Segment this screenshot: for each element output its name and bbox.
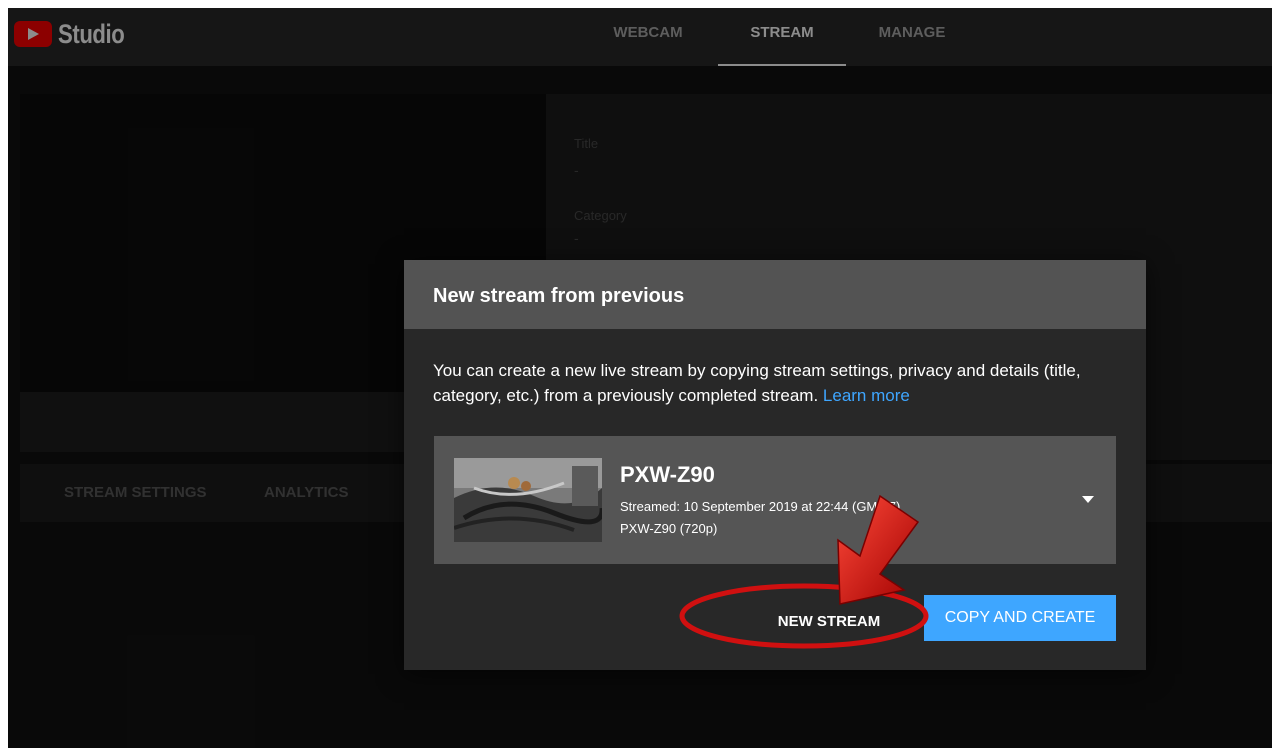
- copy-and-create-button[interactable]: COPY AND CREATE: [924, 595, 1116, 641]
- dialog-title: New stream from previous: [404, 260, 1146, 329]
- dialog-description: You can create a new live stream by copy…: [433, 358, 1123, 408]
- new-stream-dialog: New stream from previous You can create …: [404, 260, 1146, 670]
- dialog-body-text: You can create a new live stream by copy…: [433, 361, 1081, 405]
- stream-name: PXW-Z90: [620, 462, 715, 487]
- studio-window: Studio WEBCAM STREAM MANAGE Title - Cate…: [8, 8, 1272, 748]
- stream-thumbnail: [454, 458, 602, 542]
- stream-source: PXW-Z90 (720p): [620, 521, 718, 536]
- dropdown-arrow-icon[interactable]: [1082, 496, 1094, 503]
- previous-stream-select[interactable]: PXW-Z90 Streamed: 10 September 2019 at 2…: [434, 436, 1116, 564]
- stream-date: Streamed: 10 September 2019 at 22:44 (GM…: [620, 499, 901, 514]
- new-stream-button[interactable]: NEW STREAM: [764, 604, 894, 640]
- learn-more-link[interactable]: Learn more: [823, 386, 910, 405]
